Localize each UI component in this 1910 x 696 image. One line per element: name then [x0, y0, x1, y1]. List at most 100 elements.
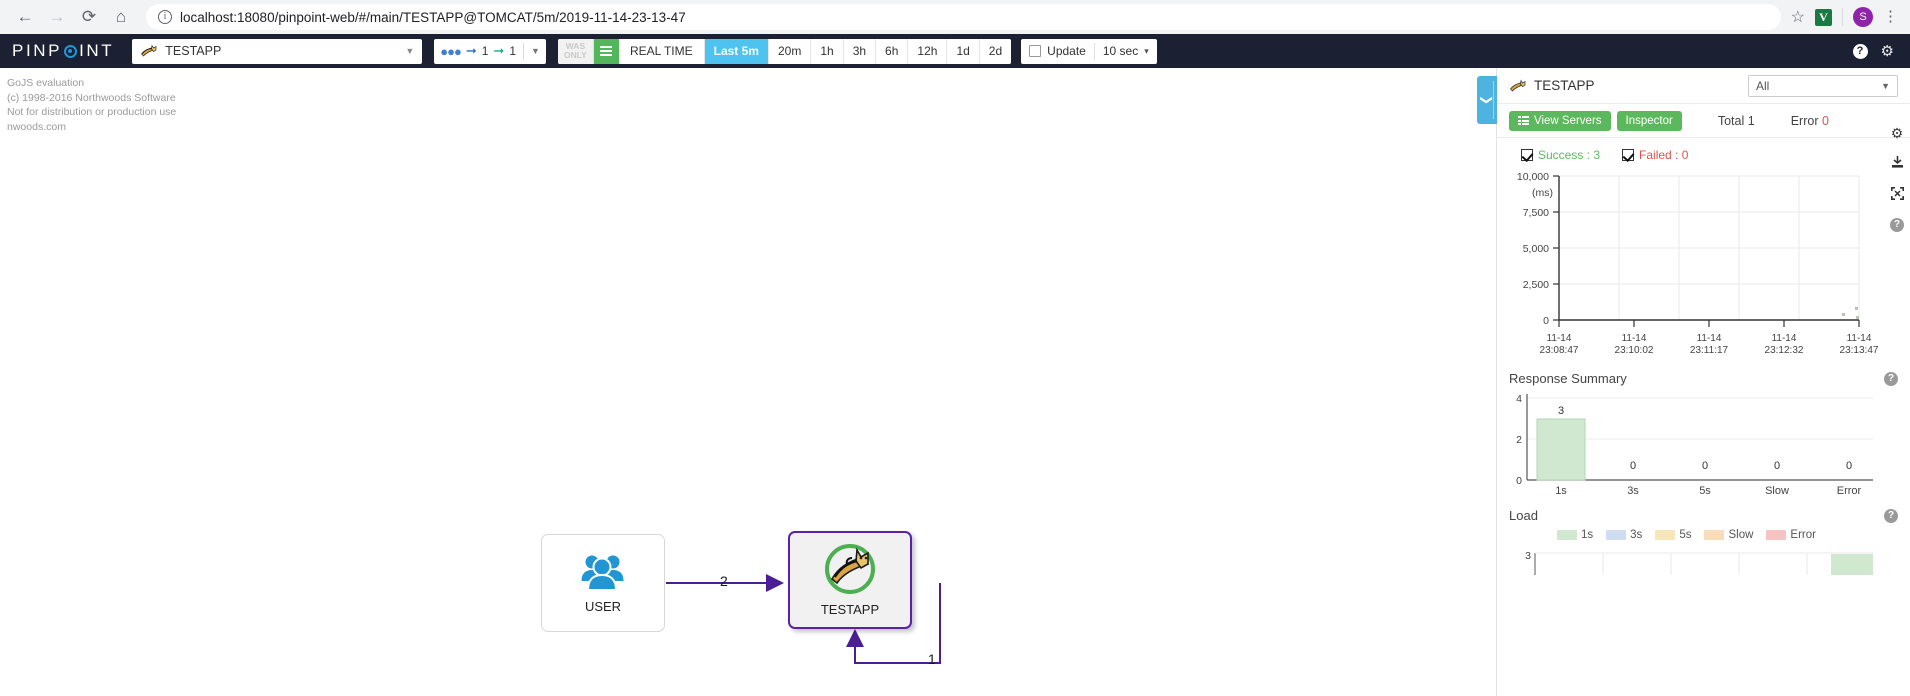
browser-menu-icon[interactable]: ⋮	[1883, 9, 1898, 24]
extension-icon[interactable]: V	[1815, 8, 1832, 26]
gear-icon[interactable]: ⚙	[1881, 42, 1894, 60]
tomcat-icon	[824, 543, 876, 595]
range-1h[interactable]: 1h	[811, 38, 844, 64]
edge-label-user-testapp: 2	[720, 573, 728, 589]
response-summary-chart[interactable]: 4 2 0 3 0 0 0 0 1s 3s 5s Slow Error	[1501, 388, 1891, 498]
chevron-down-icon: ▼	[1881, 80, 1890, 91]
inspector-button[interactable]: Inspector	[1616, 110, 1682, 131]
agent-filter-select[interactable]: All ▼	[1748, 74, 1898, 97]
logo-ring-icon	[64, 44, 78, 58]
forward-arrow-icon[interactable]: →	[42, 2, 72, 32]
load-legend-1s[interactable]: 1s	[1557, 529, 1593, 541]
address-bar[interactable]: i localhost:18080/pinpoint-web/#/main/TE…	[146, 4, 1781, 30]
load-legend-error[interactable]: Error	[1766, 529, 1816, 541]
update-label: Update	[1047, 44, 1086, 58]
range-20m[interactable]: 20m	[768, 38, 812, 64]
avatar[interactable]: S	[1853, 7, 1873, 27]
count-divider	[523, 42, 525, 60]
range-1d[interactable]: 1d	[947, 38, 980, 64]
failed-checkbox[interactable]	[1622, 149, 1635, 161]
menu-hamburger-icon[interactable]	[593, 38, 619, 64]
node-count-group[interactable]: ●●● ➞ 1 ➞ 1 ▼	[434, 38, 546, 64]
help-icon[interactable]: ?	[1852, 43, 1868, 59]
site-info-icon[interactable]: i	[158, 10, 172, 24]
help-icon[interactable]: ?	[1890, 218, 1904, 232]
help-icon[interactable]: ?	[1884, 508, 1898, 523]
load-legend-label-error: Error	[1790, 529, 1816, 541]
refresh-interval-value[interactable]: 10 sec	[1103, 44, 1138, 58]
scatter-xtick-date-2: 11-14	[1697, 333, 1722, 344]
sidebar-action-row: View Servers Inspector Total 1 Error 0	[1497, 104, 1910, 138]
was-only-line2: ONLY	[564, 50, 587, 60]
success-checkbox[interactable]	[1521, 149, 1533, 161]
update-divider	[1093, 42, 1095, 60]
scatter-legend-success[interactable]: Success : 3	[1521, 148, 1600, 162]
chevron-down-icon[interactable]: ▼	[531, 46, 540, 56]
node-testapp[interactable]: TESTAPP	[788, 531, 912, 629]
gear-icon[interactable]: ⚙	[1891, 126, 1904, 140]
load-chart[interactable]: 3	[1501, 545, 1891, 575]
range-last-5m[interactable]: Last 5m	[704, 38, 769, 64]
scatter-xtick-date-4: 11-14	[1847, 333, 1872, 344]
bookmark-star-icon[interactable]: ☆	[1791, 7, 1805, 27]
reload-icon[interactable]: ⟳	[74, 2, 104, 32]
success-label: Success : 3	[1538, 148, 1601, 162]
scatter-ytick-5000: 5,000	[1523, 243, 1549, 255]
node-label-testapp: TESTAPP	[820, 602, 880, 617]
edge-label-testapp-self: 1	[928, 651, 936, 667]
scatter-ytick-0: 0	[1543, 315, 1549, 327]
view-servers-button[interactable]: View Servers	[1509, 110, 1611, 131]
handle-line	[1493, 81, 1494, 119]
home-icon[interactable]: ⌂	[106, 2, 136, 32]
load-legend-3s[interactable]: 3s	[1606, 529, 1642, 541]
toolbar-divider	[1842, 8, 1843, 26]
range-2d[interactable]: 2d	[979, 38, 1012, 64]
error-value: 0	[1821, 113, 1829, 128]
browser-toolbar: ← → ⟳ ⌂ i localhost:18080/pinpoint-web/#…	[0, 0, 1910, 34]
expand-icon[interactable]	[1890, 187, 1904, 202]
range-3h[interactable]: 3h	[843, 38, 877, 64]
real-time-button[interactable]: REAL TIME	[618, 38, 705, 64]
back-arrow-icon[interactable]: ←	[10, 2, 40, 32]
load-legend-5s[interactable]: 5s	[1655, 529, 1691, 541]
rs-xtick-5s: 5s	[1699, 485, 1711, 497]
load-bar-1s	[1831, 554, 1873, 575]
sidebar-collapse-handle[interactable]: ❯	[1477, 76, 1497, 124]
node-label-user: USER	[584, 599, 622, 614]
auto-update-group: Update 10 sec ▾	[1021, 38, 1157, 64]
download-icon[interactable]	[1891, 156, 1904, 171]
agent-filter-value: All	[1756, 78, 1770, 93]
node-user[interactable]: USER	[541, 534, 665, 632]
outbound-arrow-icon: ➞	[493, 43, 505, 58]
load-legend-label-5s: 5s	[1679, 529, 1692, 541]
help-icon[interactable]: ?	[1884, 371, 1898, 386]
range-12h[interactable]: 12h	[908, 38, 948, 64]
response-scatter-chart[interactable]: Success : 3 Failed : 0 10,000 7,500 5,00…	[1497, 138, 1910, 361]
outbound-count: 1	[509, 44, 517, 58]
scatter-legend-failed[interactable]: Failed : 0	[1622, 148, 1688, 162]
view-servers-label: View Servers	[1534, 114, 1602, 127]
scatter-xtick-date-0: 11-14	[1547, 333, 1572, 344]
load-title: Load	[1509, 508, 1538, 523]
pinpoint-logo[interactable]: PINP INT	[12, 41, 114, 61]
rs-bar-label-slow: 0	[1774, 460, 1780, 472]
load-legend-slow[interactable]: Slow	[1704, 529, 1753, 541]
range-6h[interactable]: 6h	[876, 38, 909, 64]
update-checkbox[interactable]	[1029, 45, 1042, 57]
load-legend-label-3s: 3s	[1630, 529, 1643, 541]
rs-xtick-error: Error	[1837, 485, 1862, 497]
chevron-down-icon[interactable]: ▾	[1144, 46, 1149, 57]
rs-bar-label-5s: 0	[1702, 460, 1708, 472]
scatter-plot-svg[interactable]: 10,000 7,500 5,000 2,500 0 (ms) 11-1423:	[1497, 166, 1887, 361]
time-range-toolbar: WAS ONLY REAL TIME Last 5m 20m 1h 3h 6h …	[557, 38, 1012, 64]
was-only-button[interactable]: WAS ONLY	[557, 38, 594, 64]
total-stat: Total 1	[1718, 114, 1755, 128]
server-map-canvas[interactable]: GoJS evaluation (c) 1998-2016 Northwoods…	[0, 68, 1496, 696]
browser-actions: ☆ V S ⋮	[1791, 7, 1900, 27]
grid-icon	[1518, 116, 1529, 125]
rs-bar-1s	[1536, 418, 1586, 481]
sidebar-title-row: TESTAPP All ▼	[1497, 68, 1910, 104]
application-selector[interactable]: TESTAPP ▼	[132, 38, 423, 64]
failed-label: Failed : 0	[1639, 148, 1689, 162]
rs-bar-label-error: 0	[1846, 460, 1852, 472]
